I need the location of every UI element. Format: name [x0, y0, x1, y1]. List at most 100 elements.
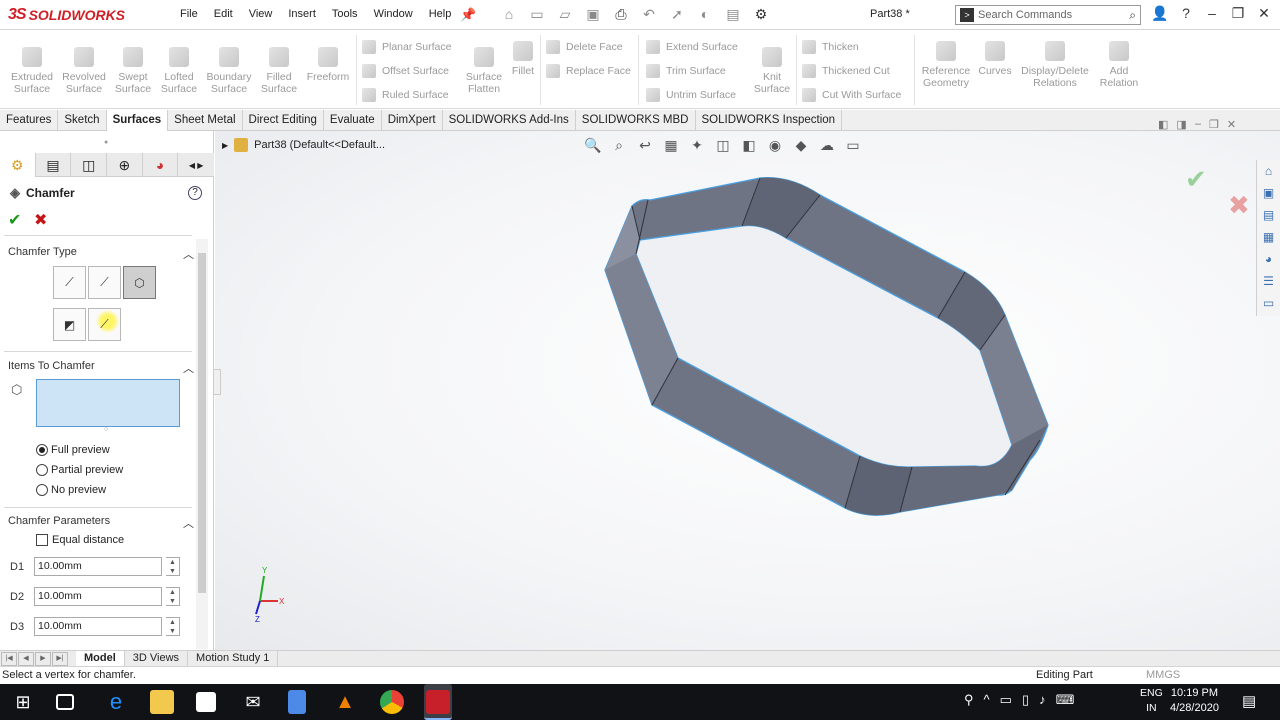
partial-preview-radio[interactable]: Partial preview: [36, 464, 123, 476]
ok-check-icon[interactable]: ✔: [8, 210, 21, 230]
tab-sketch[interactable]: Sketch: [58, 110, 107, 131]
curves-button[interactable]: Curves: [976, 35, 1014, 77]
file-properties-icon[interactable]: ▤: [721, 6, 745, 23]
tab-solidworks-inspection[interactable]: SOLIDWORKS Inspection: [696, 110, 843, 131]
tab-motion-study[interactable]: Motion Study 1: [188, 650, 279, 667]
delete-face-button[interactable]: Delete Face: [546, 37, 623, 57]
menu-help[interactable]: Help: [421, 8, 460, 20]
menu-file[interactable]: File: [172, 8, 206, 20]
vertex-chamfer-button[interactable]: ⬡: [123, 266, 156, 299]
display-manager-tab[interactable]: ◕: [143, 153, 179, 177]
edge-browser-icon[interactable]: e: [104, 690, 128, 714]
distance-3-input[interactable]: 10.00mm: [34, 617, 162, 636]
custom-properties-icon[interactable]: ☰: [1257, 270, 1280, 292]
tab-evaluate[interactable]: Evaluate: [324, 110, 382, 131]
hide-show-items-icon[interactable]: ◉: [764, 137, 786, 154]
menu-tools[interactable]: Tools: [324, 8, 366, 20]
next-tab-arrow-icon[interactable]: ▶: [35, 651, 51, 666]
chrome-icon[interactable]: [380, 690, 404, 714]
solidworks-resources-icon[interactable]: ⌂: [1257, 160, 1280, 182]
ruled-surface-button[interactable]: Ruled Surface: [362, 85, 449, 105]
search-commands-box[interactable]: > Search Commands ⌕: [955, 5, 1141, 25]
last-tab-arrow-icon[interactable]: ▶|: [52, 651, 68, 666]
view-palette-icon[interactable]: ▦: [1257, 226, 1280, 248]
search-icon[interactable]: ⌕: [1129, 8, 1140, 23]
confirm-check-icon[interactable]: ✔: [1185, 164, 1207, 195]
windows-start-icon[interactable]: ⊞: [11, 690, 35, 714]
full-preview-radio[interactable]: Full preview: [36, 444, 110, 456]
tab-solidworks-addins[interactable]: SOLIDWORKS Add-Ins: [443, 110, 576, 131]
file-explorer-icon[interactable]: ▤: [1257, 204, 1280, 226]
unit-system[interactable]: MMGS: [1146, 667, 1180, 684]
store-icon[interactable]: [196, 692, 216, 712]
restore-icon[interactable]: ❐: [1228, 5, 1248, 22]
viewport-restore-icon[interactable]: ❐: [1209, 118, 1219, 131]
thickened-cut-button[interactable]: Thickened Cut: [802, 61, 890, 81]
menu-edit[interactable]: Edit: [206, 8, 241, 20]
panel-collapse-handle[interactable]: [213, 369, 221, 395]
tab-direct-editing[interactable]: Direct Editing: [243, 110, 324, 131]
planar-surface-button[interactable]: Planar Surface: [362, 37, 451, 57]
cut-with-surface-button[interactable]: Cut With Surface: [802, 85, 901, 105]
chamfer-type-section[interactable]: Chamfer Type ︿: [8, 246, 194, 262]
feature-manager-tab[interactable]: ⚙: [0, 153, 36, 177]
collapse-chevron-icon[interactable]: ︿: [183, 246, 194, 262]
tab-surfaces[interactable]: Surfaces: [106, 110, 169, 131]
cancel-x-icon[interactable]: ✖: [34, 210, 47, 230]
feature-tree-flyout[interactable]: ▶ Part38 (Default<<Default...: [222, 138, 385, 152]
section-view-icon[interactable]: ▦: [660, 137, 682, 154]
tab-features[interactable]: Features: [0, 110, 59, 131]
trim-surface-button[interactable]: Trim Surface: [646, 61, 726, 81]
notepad-icon[interactable]: [288, 690, 306, 714]
battery-icon[interactable]: ▯: [1022, 692, 1029, 708]
distance-1-input[interactable]: 10.00mm: [34, 557, 162, 576]
save-icon[interactable]: ▣: [581, 6, 605, 23]
menu-insert[interactable]: Insert: [280, 8, 324, 20]
face-face-button[interactable]: ⟋: [88, 308, 121, 341]
freeform-button[interactable]: Freeform: [302, 41, 354, 83]
solidworks-taskbar-icon[interactable]: [424, 684, 452, 720]
distance-2-input[interactable]: 10.00mm: [34, 587, 162, 606]
appearances-icon[interactable]: ◕: [1257, 248, 1280, 270]
collapse-right-icon[interactable]: ◨: [1176, 118, 1186, 131]
home-icon[interactable]: ⌂: [497, 6, 521, 23]
close-icon[interactable]: ✕: [1254, 5, 1274, 22]
distance-3-spinner[interactable]: ▲ ▼: [166, 617, 180, 636]
thicken-button[interactable]: Thicken: [802, 37, 859, 57]
tab-scroll-arrows[interactable]: ◀ ▶: [178, 153, 214, 177]
collapse-chevron-icon[interactable]: ︿: [183, 360, 194, 376]
minimize-icon[interactable]: –: [1202, 5, 1222, 22]
file-explorer-icon[interactable]: [150, 690, 174, 714]
distance-2-spinner[interactable]: ▲ ▼: [166, 587, 180, 606]
first-tab-arrow-icon[interactable]: |◀: [1, 651, 17, 666]
confirm-cancel-icon[interactable]: ✖: [1228, 190, 1250, 221]
new-document-icon[interactable]: ▭: [525, 6, 549, 23]
design-library-icon[interactable]: ▣: [1257, 182, 1280, 204]
print-icon[interactable]: ⎙: [609, 6, 633, 23]
boundary-surface-button[interactable]: Boundary Surface: [202, 41, 256, 95]
dimxpert-manager-tab[interactable]: ⊕: [107, 153, 143, 177]
revolved-surface-button[interactable]: Revolved Surface: [58, 41, 110, 95]
dynamic-annotation-icon[interactable]: ✦: [686, 137, 708, 154]
filled-surface-button[interactable]: Filled Surface: [256, 41, 302, 95]
vlc-icon[interactable]: ▲: [333, 690, 357, 714]
swept-surface-button[interactable]: Swept Surface: [110, 41, 156, 95]
equal-distance-checkbox[interactable]: Equal distance: [36, 534, 124, 546]
tab-dimxpert[interactable]: DimXpert: [382, 110, 443, 131]
select-icon[interactable]: ➚: [665, 6, 689, 23]
tab-solidworks-mbd[interactable]: SOLIDWORKS MBD: [576, 110, 696, 131]
extruded-surface-button[interactable]: Extruded Surface: [6, 41, 58, 95]
display-style-icon[interactable]: ◧: [738, 137, 760, 154]
items-selection-box[interactable]: [36, 379, 180, 427]
mail-icon[interactable]: ✉: [241, 690, 265, 714]
user-icon[interactable]: 👤: [1150, 5, 1170, 22]
network-icon[interactable]: ▭: [1000, 692, 1012, 708]
task-view-icon[interactable]: [56, 694, 74, 710]
distance-distance-button[interactable]: ⟋: [88, 266, 121, 299]
volume-icon[interactable]: ♪: [1039, 692, 1046, 708]
distance-1-spinner[interactable]: ▲ ▼: [166, 557, 180, 576]
display-delete-relations-button[interactable]: Display/Delete Relations: [1016, 35, 1094, 89]
property-manager-scrollbar[interactable]: [196, 239, 208, 649]
untrim-surface-button[interactable]: Untrim Surface: [646, 85, 736, 105]
add-relation-button[interactable]: Add Relation: [1096, 35, 1142, 89]
